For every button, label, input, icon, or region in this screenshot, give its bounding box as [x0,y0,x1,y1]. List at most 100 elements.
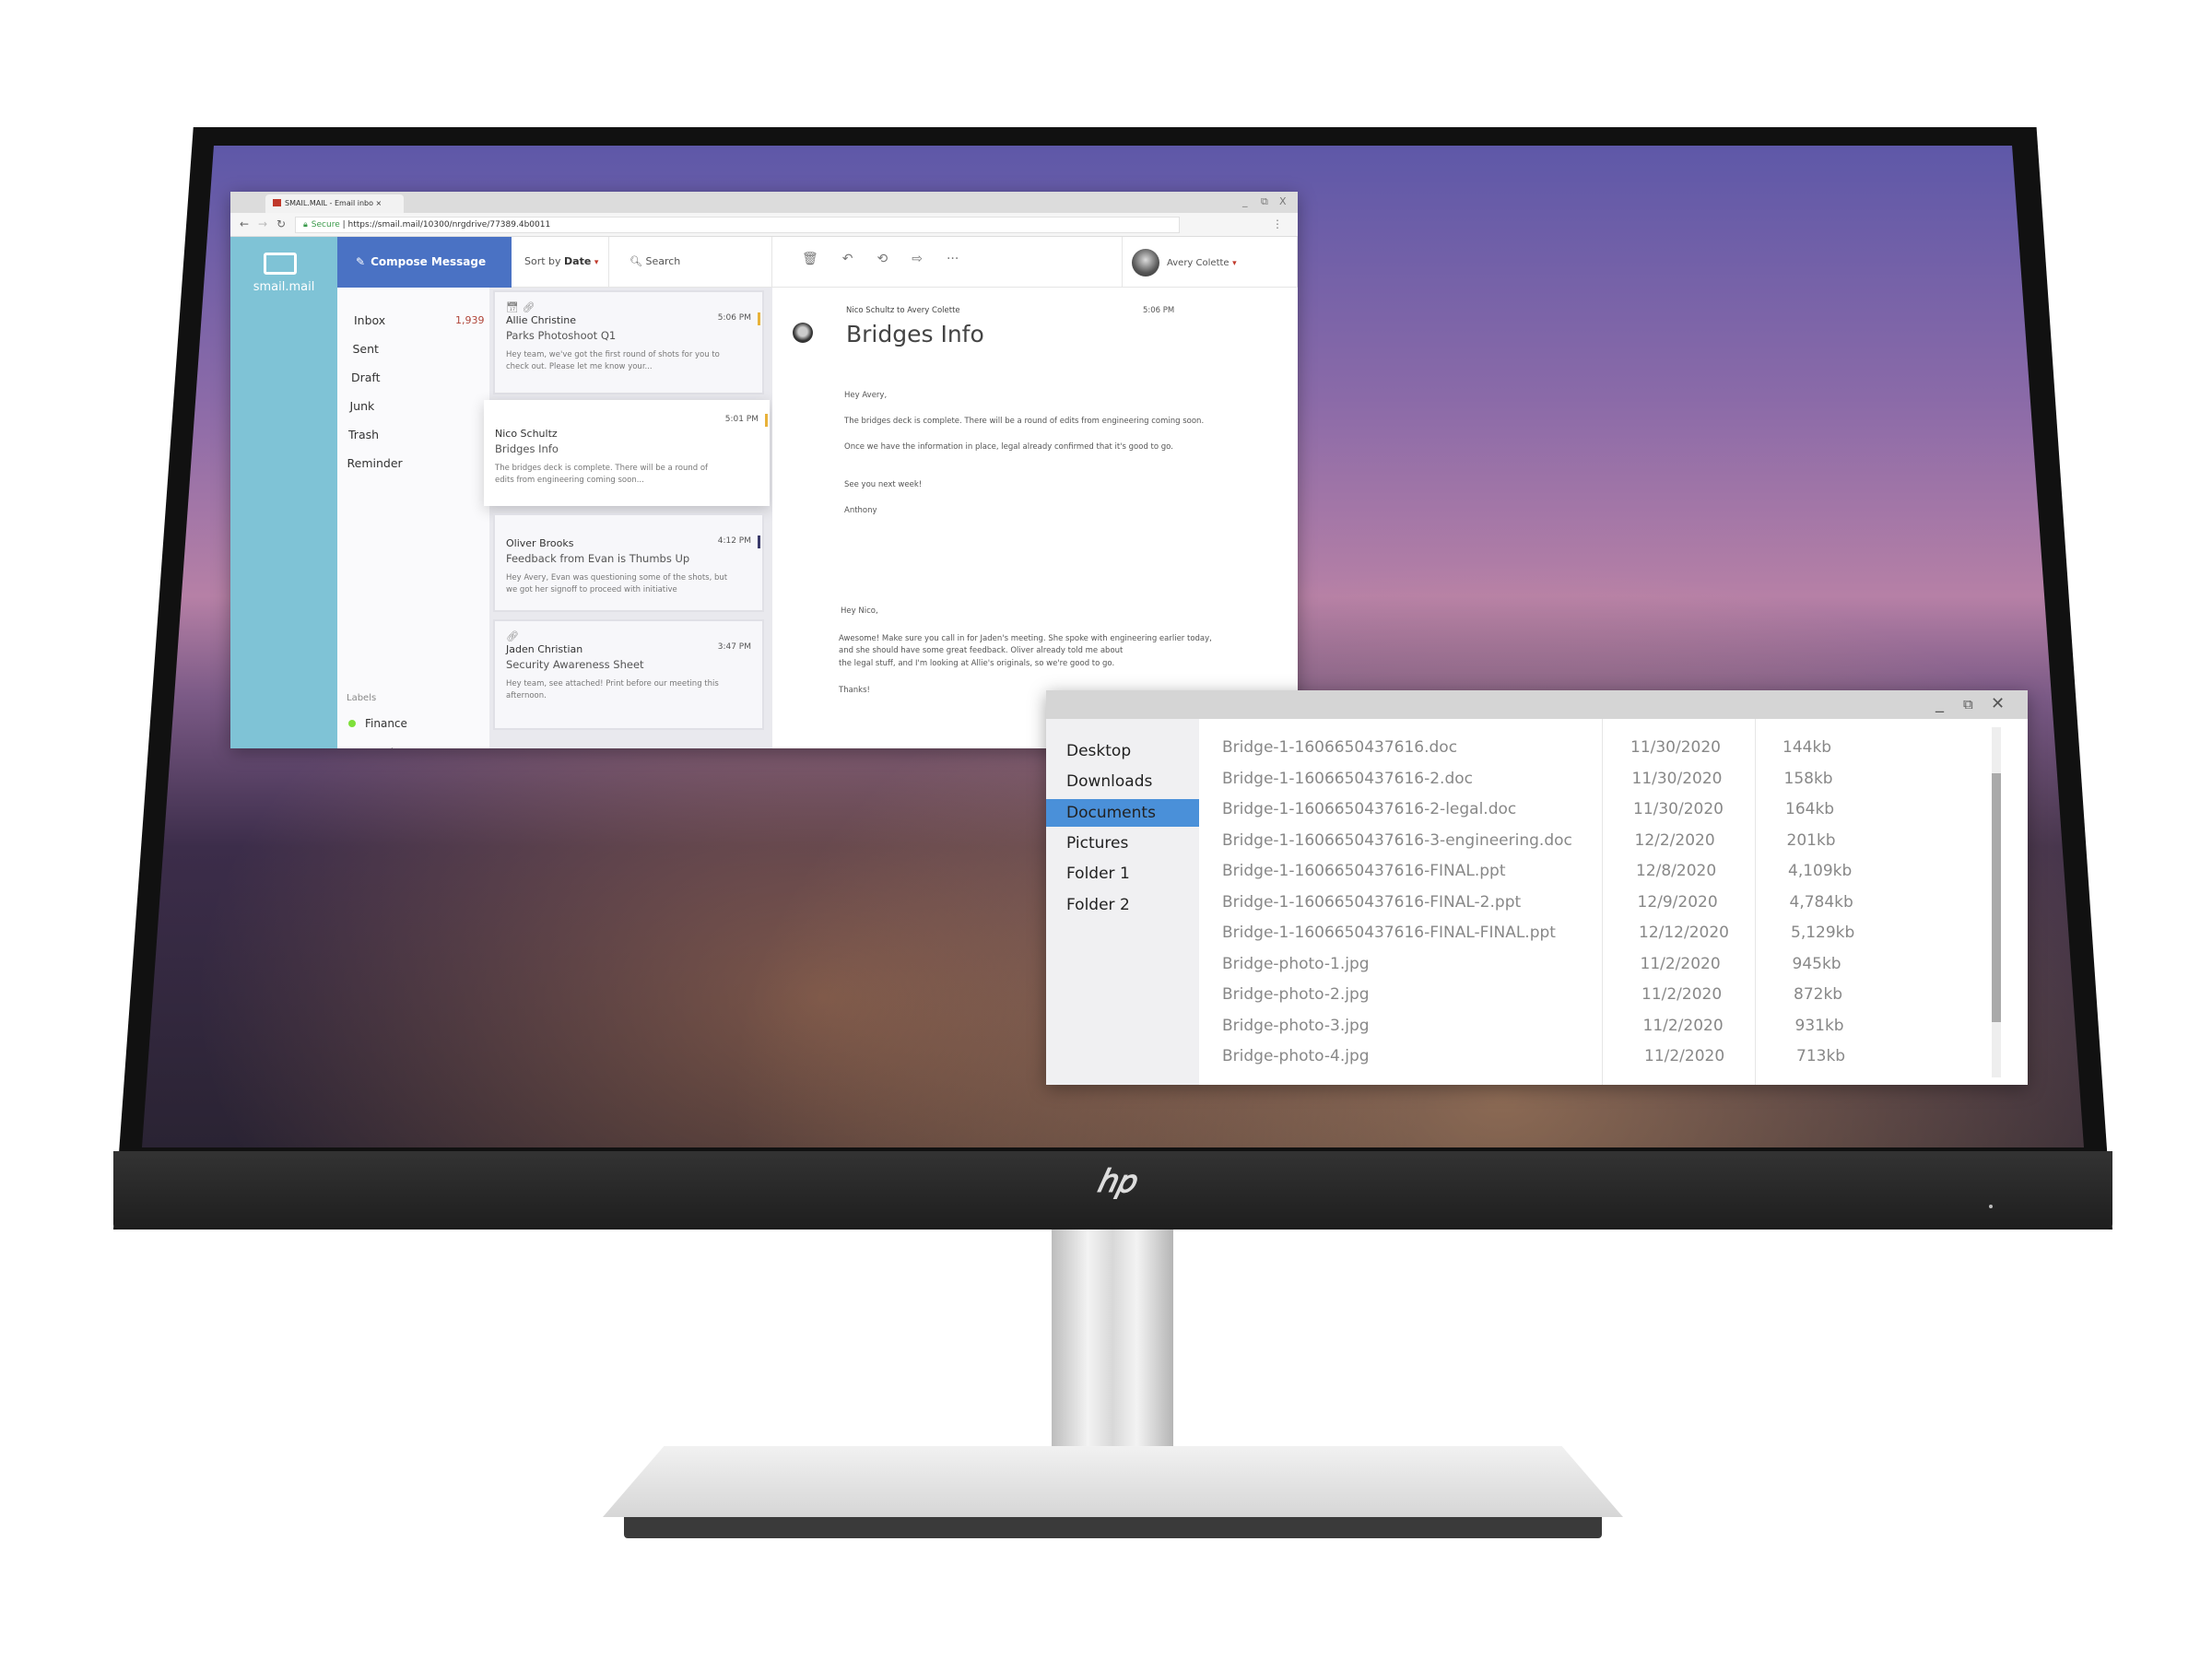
email-list-item[interactable]: 5:01 PM Nico Schultz Bridges Info The bridg… [484,400,770,506]
message-toolbar: 🗑︎ ↶ ⟲ ⇨ ··· [772,237,1123,288]
user-menu[interactable]: Avery Colette ▾ [1123,237,1298,288]
folder-folder-2[interactable]: Folder 2 [1046,891,1199,919]
browser-tab[interactable]: SMAIL.MAIL - Email inbo × [265,194,404,213]
avatar [1132,249,1159,276]
file-date: 11/2/2020 [1644,1047,1725,1065]
reply-body-line[interactable]: Thanks! [839,686,870,695]
email-preview: Hey team, see attached! Print before our… [506,679,719,700]
attachment-icons [506,524,753,536]
email-subject: Parks Photoshoot Q1 [506,329,617,342]
sort-prefix: Sort by [524,255,561,267]
reply-body-line[interactable]: Hey Nico, [841,606,878,616]
nav-item-junk[interactable]: Junk [350,399,375,413]
reply-icon[interactable]: ↶ [842,252,853,266]
sort-value: Date [564,255,592,267]
label-legal[interactable]: Legal [347,747,394,748]
file-name: Bridge-1-1606650437616-FINAL-2.ppt [1222,892,1522,912]
reply-body-line[interactable]: and she should have some great feedback.… [839,646,1123,655]
nav-item-reminder[interactable]: Reminder [347,456,403,470]
file-date: 11/30/2020 [1633,800,1724,818]
close-button[interactable]: ✕ [1991,694,2005,713]
scrollbar-thumb[interactable] [1992,773,2001,1022]
file-name: Bridge-photo-3.jpg [1222,1016,1370,1035]
url-input[interactable]: 🔒︎ Secure | https://smail.mail/10300/nrgd… [295,217,1180,233]
search-icon: 🔍︎ [629,255,642,267]
trash-icon[interactable]: 🗑︎ [802,252,818,266]
tab-title: SMAIL.MAIL - Email inbo [285,199,373,207]
back-icon[interactable]: ← [240,218,249,230]
message-from-to: Nico Schultz to Avery Colette [846,306,960,315]
file-window-titlebar: _ ⧉ ✕ [1046,690,2028,719]
favicon-icon [273,199,281,206]
minimize-button[interactable]: _ [1936,694,1944,713]
label-finance[interactable]: Finance [348,717,407,730]
file-size: 945kb [1792,954,1841,973]
reload-icon[interactable]: ↻ [276,218,286,230]
email-sender: Allie Christine [506,314,577,326]
lock-icon: 🔒︎ [303,220,308,229]
file-date: 11/30/2020 [1630,738,1721,757]
email-list-item[interactable]: 4:12 PM Oliver Brooks Feedback from Evan i… [493,513,764,612]
browser-menu-icon[interactable]: ⋮ [1272,218,1283,230]
search-input[interactable]: 🔍︎ Search [609,237,772,288]
close-button[interactable]: X [1279,195,1287,207]
email-list-item[interactable]: 🔗︎ 3:47 PM Jaden Christian Security Awarene… [493,619,764,730]
file-date: 12/12/2020 [1639,924,1729,942]
file-date: 11/30/2020 [1631,769,1723,788]
chevron-down-icon: ▾ [594,258,599,267]
file-date: 12/8/2020 [1636,862,1717,880]
compose-icon: ✎ [356,255,366,268]
file-date: 11/2/2020 [1640,954,1721,973]
folder-desktop[interactable]: Desktop [1046,737,1199,765]
reply-all-icon[interactable]: ⟲ [877,252,888,266]
tab-close-icon[interactable]: × [376,199,382,207]
smail-logo-icon [264,253,297,275]
file-explorer-window: _ ⧉ ✕ Desktop Downloads Documents Pictures F… [1046,690,2028,1085]
nav-item-inbox[interactable]: Inbox [354,313,385,327]
message-body-line: Hey Avery, [844,391,888,400]
nav-item-trash[interactable]: Trash [348,428,379,441]
unread-count: 1,939 [455,314,485,326]
file-date: 12/2/2020 [1634,830,1715,850]
priority-flag [758,535,760,548]
monitor-stand-base-edge [624,1517,1602,1538]
email-list-item[interactable]: 📅︎ 🔗︎ 5:06 PM Allie Christine Parks Photosh… [493,290,764,394]
nav-item-draft[interactable]: Draft [351,371,381,384]
email-sender: Jaden Christian [506,643,583,655]
nav-item-sent[interactable]: Sent [353,342,379,356]
folder-folder-1[interactable]: Folder 1 [1046,860,1199,888]
folder-nav: Inbox 1,939 Sent Draft Junk Trash Reminder Labe… [337,288,489,748]
restore-button[interactable]: ⧉ [1261,195,1268,208]
user-name: Avery Colette [1167,258,1230,268]
more-icon[interactable]: ··· [947,252,959,266]
calendar-icon: 📅︎ [506,301,523,313]
label-name: Finance [365,717,407,730]
file-date: 12/9/2020 [1637,892,1718,912]
message-body-line: The bridges deck is complete. There will… [844,417,1205,426]
app-sidebar-strip [230,237,337,748]
priority-flag [758,312,760,325]
folder-documents[interactable]: Documents [1046,798,1199,827]
file-name: Bridge-1-1606650437616-3-engineering.doc [1222,830,1572,850]
label-name: Legal [364,747,394,748]
minimize-button[interactable]: _ [1242,195,1248,207]
message-body-line: Anthony [844,506,877,515]
column-divider [1602,719,1603,1085]
labels-heading: Labels [347,693,377,703]
email-browser-window: SMAIL.MAIL - Email inbo × _ ⧉ X ← → ↻ 🔒︎… [230,192,1298,748]
folder-downloads[interactable]: Downloads [1046,768,1199,795]
reply-body-line[interactable]: Awesome! Make sure you call in for Jaden… [839,634,1212,643]
restore-button[interactable]: ⧉ [1963,696,1973,712]
compose-button[interactable]: ✎ Compose Message [337,237,512,288]
attachment-icons: 🔗︎ [506,630,753,642]
sender-avatar [793,323,813,343]
reply-body-line[interactable]: the legal stuff, and I'm looking at Alli… [839,659,1114,668]
priority-flag [765,414,768,427]
monitor-stand-neck [1052,1230,1173,1460]
forward-nav-icon[interactable]: → [258,218,267,230]
email-time: 5:01 PM [724,415,759,424]
sort-dropdown[interactable]: Sort by Date ▾ [512,237,609,288]
forward-icon[interactable]: ⇨ [912,252,923,266]
folder-pictures[interactable]: Pictures [1046,830,1199,857]
attachment-icons [495,415,760,427]
